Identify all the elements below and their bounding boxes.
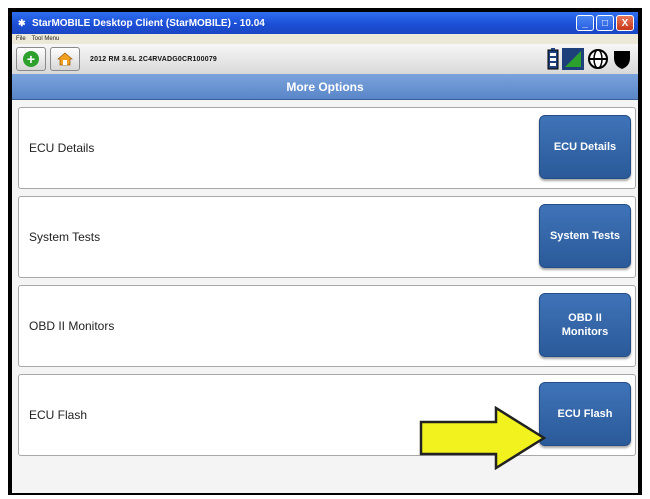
window-title: StarMOBILE Desktop Client (StarMOBILE) -… (32, 17, 265, 29)
option-label: OBD II Monitors (29, 319, 115, 333)
battery-icon (547, 48, 559, 70)
menu-tool-menu[interactable]: Tool Menu (32, 36, 60, 42)
ecu-details-button[interactable]: ECU Details (539, 115, 631, 179)
add-button[interactable]: + (16, 47, 46, 71)
vehicle-info: 2012 RM 3.6L 2C4RVADG0CR100079 (90, 55, 218, 63)
menu-file[interactable]: File (16, 36, 26, 42)
toolbar: + 2012 RM 3.6L 2C4RVADG0CR100079 (12, 44, 638, 75)
option-label: ECU Flash (29, 408, 88, 422)
maximize-button[interactable]: □ (596, 15, 614, 31)
home-icon (57, 52, 73, 66)
yellow-arrow-icon (419, 406, 547, 470)
network-icon (588, 49, 608, 69)
option-row-obd-monitors: OBD II Monitors OBD II Monitors (18, 285, 636, 367)
ecu-flash-button[interactable]: ECU Flash (539, 382, 631, 446)
obd-ii-monitors-button[interactable]: OBD II Monitors (539, 293, 631, 357)
minimize-button[interactable]: _ (576, 15, 594, 31)
app-icon: ✱ (18, 18, 26, 28)
close-button[interactable]: X (616, 15, 634, 31)
home-button[interactable] (50, 47, 80, 71)
page-title: More Options (12, 74, 638, 100)
signal-icon (562, 48, 584, 70)
option-row-ecu-details: ECU Details ECU Details (18, 107, 636, 189)
option-label: ECU Details (29, 141, 95, 155)
system-tests-button[interactable]: System Tests (539, 204, 631, 268)
option-label: System Tests (29, 230, 101, 244)
option-row-system-tests: System Tests System Tests (18, 196, 636, 278)
title-bar[interactable]: ✱ StarMOBILE Desktop Client (StarMOBILE)… (12, 12, 638, 34)
shield-icon (614, 51, 630, 69)
menu-bar: File Tool Menu (12, 34, 638, 44)
plus-icon: + (23, 51, 39, 67)
